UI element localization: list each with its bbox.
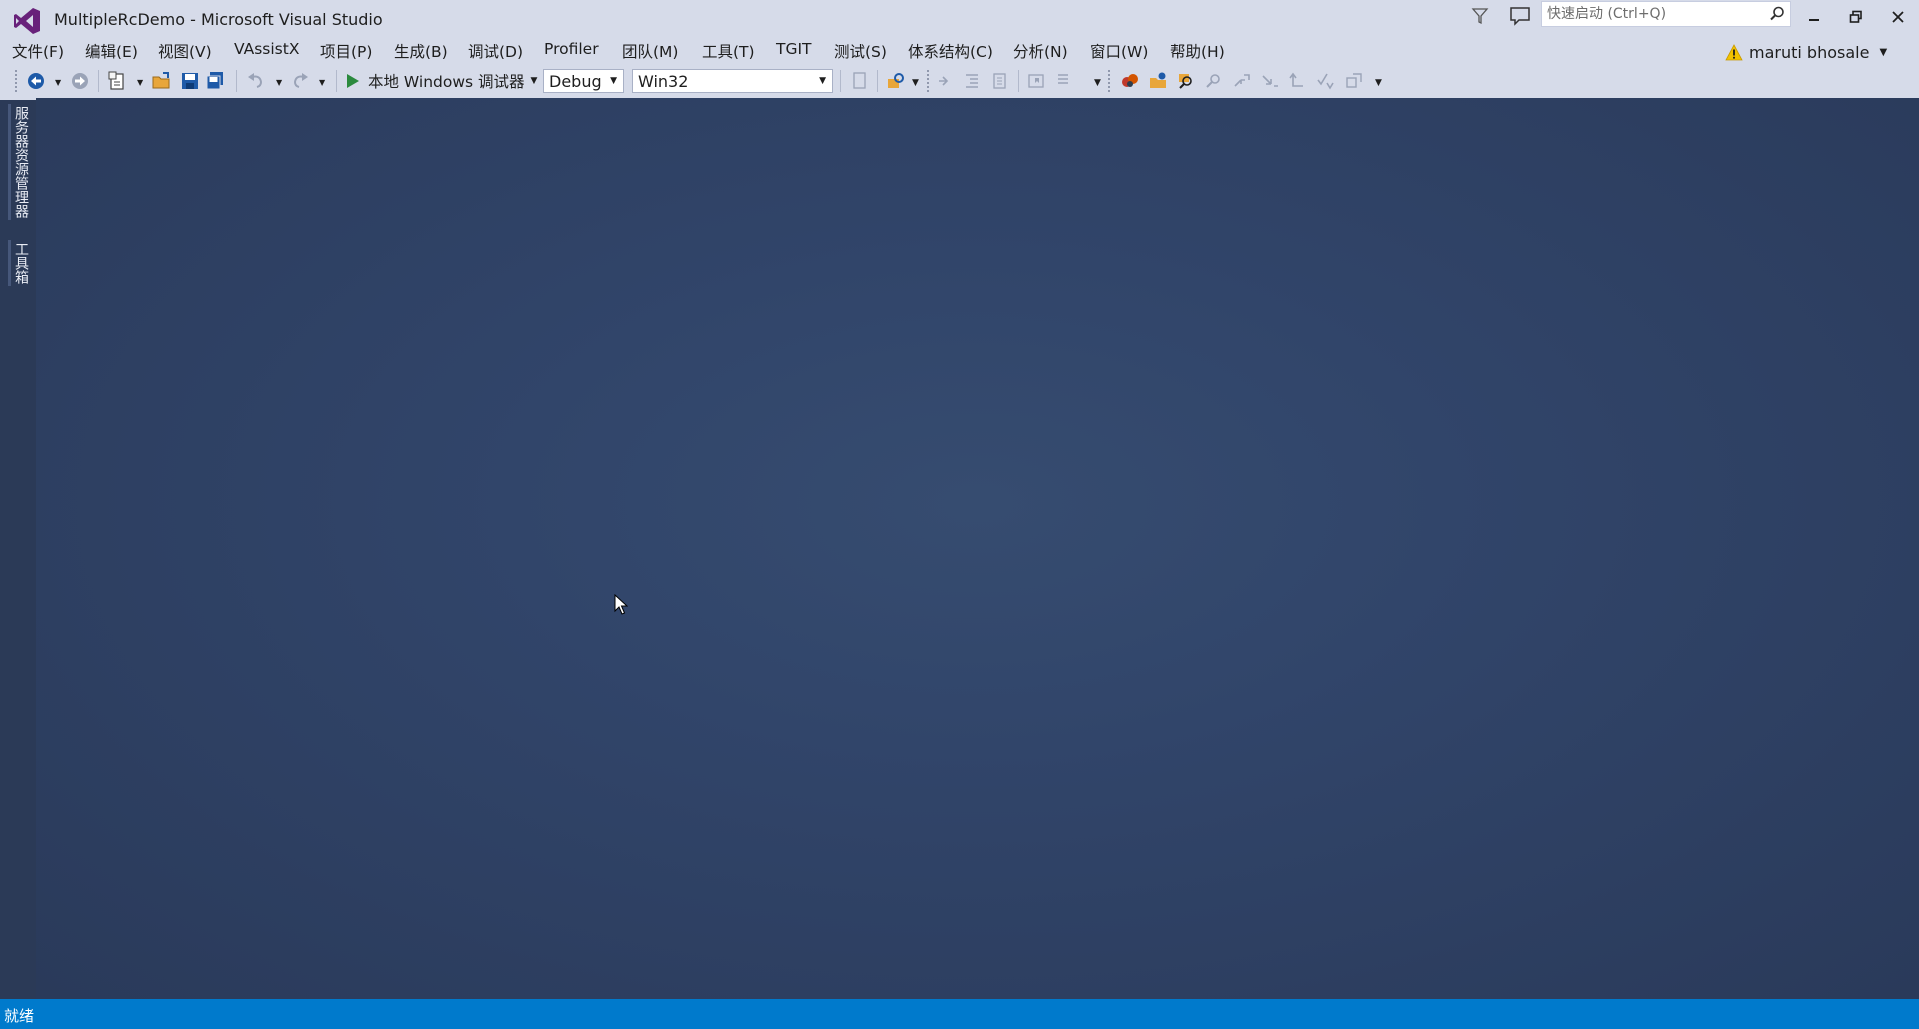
vassistx-options-icon[interactable] bbox=[1120, 71, 1140, 91]
standard-toolbar: ▼ ▼ ▼ ▼ 本地 Windows 调试器 ▼ Debug ▼ Win32 ▼… bbox=[0, 66, 1390, 96]
mouse-cursor-icon bbox=[614, 594, 628, 615]
restore-button[interactable] bbox=[1836, 4, 1876, 30]
navigate-forward-icon[interactable] bbox=[70, 71, 90, 91]
redo-dropdown-icon[interactable]: ▼ bbox=[319, 78, 325, 87]
spell-check-icon[interactable] bbox=[1316, 71, 1336, 91]
menu-tools[interactable]: 工具(T) bbox=[702, 40, 755, 62]
toolbar-grip[interactable] bbox=[14, 69, 18, 93]
menu-architecture[interactable]: 体系结构(C) bbox=[908, 40, 993, 62]
toolbar-grip[interactable] bbox=[1107, 69, 1111, 93]
minimize-button[interactable] bbox=[1794, 4, 1834, 30]
open-file-in-solution-icon[interactable] bbox=[1148, 71, 1168, 91]
menu-build[interactable]: 生成(B) bbox=[394, 40, 448, 62]
toolbar-overflow-icon[interactable]: ▼ bbox=[1375, 78, 1382, 88]
menu-profiler[interactable]: Profiler bbox=[544, 40, 599, 58]
refactor-icon[interactable] bbox=[1232, 71, 1252, 91]
find-in-files-icon[interactable] bbox=[850, 71, 870, 91]
redo-icon[interactable] bbox=[290, 71, 310, 91]
bookmark-icon[interactable] bbox=[1026, 71, 1046, 91]
menu-tgit[interactable]: TGIT bbox=[776, 40, 812, 58]
undo-icon[interactable] bbox=[246, 71, 266, 91]
chevron-down-icon: ▼ bbox=[1879, 46, 1888, 58]
undo-dropdown-icon[interactable]: ▼ bbox=[276, 78, 282, 87]
save-icon[interactable] bbox=[180, 71, 200, 91]
tab-toolbox[interactable]: 工具箱 bbox=[8, 240, 31, 286]
configuration-value: Debug bbox=[549, 72, 602, 91]
bookmark-next-icon[interactable] bbox=[1054, 71, 1074, 91]
search-icon[interactable] bbox=[1768, 5, 1786, 23]
document-well[interactable] bbox=[36, 98, 1919, 999]
goto-related-icon[interactable] bbox=[1288, 71, 1308, 91]
debug-target-label: 本地 Windows 调试器 bbox=[368, 73, 525, 91]
chevron-down-icon[interactable]: ▼ bbox=[531, 76, 538, 86]
menu-edit[interactable]: 编辑(E) bbox=[85, 40, 138, 62]
new-project-icon[interactable] bbox=[107, 71, 127, 91]
new-dropdown-icon[interactable]: ▼ bbox=[137, 78, 143, 87]
restore-icon bbox=[1849, 10, 1862, 23]
minimize-icon bbox=[1809, 19, 1819, 21]
solution-platform-select[interactable]: Win32 ▼ bbox=[632, 69, 833, 93]
menu-view[interactable]: 视图(V) bbox=[158, 40, 212, 62]
toolbar-grip[interactable] bbox=[926, 69, 930, 93]
menu-analyze[interactable]: 分析(N) bbox=[1013, 40, 1068, 62]
find-symbol-icon[interactable] bbox=[1176, 71, 1196, 91]
back-dropdown-icon[interactable]: ▼ bbox=[55, 78, 61, 87]
goto-implementation-icon[interactable] bbox=[1260, 71, 1280, 91]
enhanced-syntax-icon[interactable] bbox=[1344, 71, 1364, 91]
indent-icon[interactable] bbox=[962, 71, 982, 91]
outdent-icon[interactable] bbox=[990, 71, 1010, 91]
status-text: 就绪 bbox=[4, 1007, 35, 1025]
quick-launch-input[interactable] bbox=[1542, 2, 1767, 26]
menu-debug[interactable]: 调试(D) bbox=[468, 40, 523, 62]
title-bar: MultipleRcDemo - Microsoft Visual Studio bbox=[0, 0, 1919, 40]
left-tool-strip: 服务器资源管理器 工具箱 bbox=[0, 100, 36, 999]
menu-help[interactable]: 帮助(H) bbox=[1170, 40, 1225, 62]
toolbar-separator bbox=[1018, 70, 1019, 92]
save-all-icon[interactable] bbox=[205, 71, 225, 91]
toolbar-separator bbox=[336, 70, 337, 92]
chevron-down-icon: ▼ bbox=[610, 76, 617, 86]
toolbar-separator bbox=[877, 70, 878, 92]
menu-project[interactable]: 项目(P) bbox=[320, 40, 372, 62]
chevron-down-icon: ▼ bbox=[819, 76, 826, 86]
solution-configuration-select[interactable]: Debug ▼ bbox=[543, 69, 624, 93]
toolbar-separator bbox=[98, 70, 99, 92]
play-icon bbox=[347, 74, 359, 88]
account-name: maruti bhosale bbox=[1749, 42, 1870, 62]
platform-value: Win32 bbox=[638, 72, 689, 91]
open-file-icon[interactable] bbox=[151, 71, 171, 91]
status-bar: 就绪 bbox=[0, 999, 1919, 1029]
menu-window[interactable]: 窗口(W) bbox=[1090, 40, 1148, 62]
menu-team[interactable]: 团队(M) bbox=[622, 40, 678, 62]
toolbar-separator bbox=[840, 70, 841, 92]
feedback-icon[interactable] bbox=[1507, 4, 1533, 28]
toolbar-separator bbox=[236, 70, 237, 92]
close-icon bbox=[1892, 11, 1904, 23]
toolbar-overflow-icon[interactable]: ▼ bbox=[1094, 78, 1101, 88]
notification-filter-icon[interactable] bbox=[1468, 4, 1492, 28]
find-references-icon[interactable] bbox=[1204, 71, 1224, 91]
menu-test[interactable]: 测试(S) bbox=[834, 40, 887, 62]
window-title: MultipleRcDemo - Microsoft Visual Studio bbox=[54, 10, 383, 29]
account-menu[interactable]: maruti bhosale ▼ bbox=[1725, 40, 1887, 64]
solution-explorer-icon[interactable] bbox=[886, 71, 906, 91]
toolbar-overflow-icon[interactable]: ▼ bbox=[912, 78, 919, 88]
menu-file[interactable]: 文件(F) bbox=[12, 40, 64, 62]
navigate-back-icon[interactable] bbox=[26, 71, 46, 91]
tab-server-explorer[interactable]: 服务器资源管理器 bbox=[8, 104, 31, 220]
warning-icon bbox=[1725, 43, 1743, 60]
close-button[interactable] bbox=[1878, 4, 1918, 30]
comment-icon[interactable] bbox=[936, 71, 956, 91]
quick-launch-box[interactable] bbox=[1541, 1, 1791, 27]
visual-studio-logo-icon bbox=[14, 8, 40, 34]
menu-vassistx[interactable]: VAssistX bbox=[234, 40, 299, 58]
menu-bar: 文件(F) 编辑(E) 视图(V) VAssistX 项目(P) 生成(B) 调… bbox=[0, 36, 1400, 64]
start-debugging-button[interactable]: 本地 Windows 调试器 ▼ bbox=[346, 69, 537, 93]
